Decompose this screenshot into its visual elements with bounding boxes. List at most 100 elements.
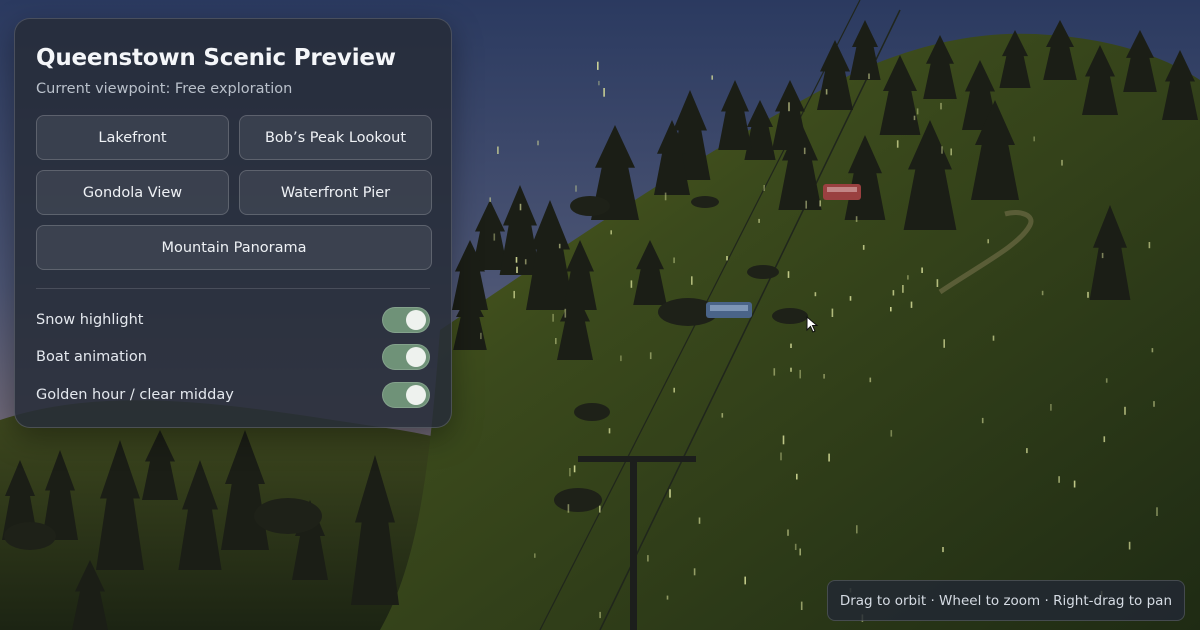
- snow-particle: [666, 595, 669, 600]
- deciduous-tree: [747, 265, 779, 279]
- snow-particle: [902, 285, 904, 293]
- snow-particle: [943, 339, 945, 348]
- snow-particle: [1073, 480, 1076, 488]
- snow-particle: [868, 73, 870, 80]
- golden-hour-label: Golden hour / clear midday: [36, 386, 234, 403]
- snow-particle: [942, 547, 944, 553]
- deciduous-tree: [254, 498, 322, 534]
- snow-particle: [869, 377, 872, 383]
- snow-particle: [790, 367, 792, 372]
- boat-animation-label: Boat animation: [36, 349, 147, 366]
- snow-particle: [673, 257, 675, 264]
- panel-divider: [36, 288, 430, 289]
- snow-particle: [782, 435, 785, 445]
- snow-particle: [796, 473, 798, 480]
- deciduous-tree: [554, 488, 602, 512]
- snow-particle: [910, 301, 913, 308]
- snow-particle: [856, 525, 858, 534]
- lakefront-button[interactable]: Lakefront: [36, 115, 229, 160]
- snow-particle: [862, 245, 865, 250]
- mountain-panorama-button[interactable]: Mountain Panorama: [36, 225, 432, 270]
- deciduous-tree: [772, 308, 808, 324]
- snow-particle: [516, 266, 518, 273]
- snow-highlight-toggle[interactable]: [382, 306, 430, 333]
- snow-particle: [620, 355, 622, 362]
- golden-hour-row: Golden hour / clear midday: [36, 376, 430, 414]
- snow-particle: [497, 146, 499, 154]
- snow-particle: [630, 280, 633, 288]
- snow-particle: [913, 115, 916, 121]
- snow-particle: [573, 465, 576, 473]
- snow-particle: [673, 387, 675, 393]
- snow-particle: [800, 601, 803, 610]
- snow-particle: [1061, 159, 1063, 166]
- snow-particle: [1041, 290, 1044, 296]
- snow-particle: [763, 185, 765, 191]
- snow-particle: [1033, 136, 1035, 142]
- snow-particle: [537, 140, 539, 146]
- deciduous-tree: [691, 196, 719, 208]
- snow-particle: [803, 147, 806, 155]
- snow-particle: [921, 267, 923, 273]
- gondola-cabin-red: [823, 184, 861, 200]
- golden-hour-toggle[interactable]: [382, 381, 430, 408]
- snow-particle: [711, 75, 713, 80]
- snow-particle: [598, 80, 600, 86]
- snow-particle: [744, 576, 746, 585]
- snow-particle: [940, 102, 942, 110]
- snow-particle: [892, 290, 895, 296]
- snow-particle: [726, 256, 728, 261]
- snow-particle: [575, 185, 577, 192]
- snow-particle: [855, 216, 858, 222]
- boat-animation-toggle[interactable]: [382, 344, 430, 371]
- snow-particle: [515, 257, 518, 263]
- snow-particle: [1128, 541, 1131, 550]
- snow-particle: [1087, 291, 1089, 298]
- gondola-view-button[interactable]: Gondola View: [36, 170, 229, 215]
- snow-particle: [664, 192, 667, 201]
- snow-particle: [567, 504, 570, 513]
- current-viewpoint-label: Current viewpoint: Free exploration: [36, 81, 293, 97]
- snow-particle: [647, 555, 649, 562]
- snow-particle: [787, 271, 790, 278]
- snow-particle: [799, 369, 801, 379]
- snow-particle: [916, 108, 919, 115]
- snow-particle: [558, 243, 561, 249]
- bobs-peak-lookout-button[interactable]: Bob’s Peak Lookout: [239, 115, 432, 160]
- snow-particle: [698, 517, 701, 524]
- snow-particle: [1058, 476, 1060, 483]
- snow-particle: [524, 259, 527, 265]
- snow-particle: [758, 218, 760, 223]
- viewpoint-buttons: Lakefront Bob’s Peak Lookout Gondola Vie…: [36, 115, 432, 270]
- snow-particle: [819, 200, 821, 207]
- deciduous-tree: [574, 403, 610, 421]
- snow-particle: [896, 140, 899, 148]
- snow-particle: [936, 279, 939, 287]
- snow-particle: [787, 529, 789, 536]
- snow-particle: [513, 290, 515, 299]
- snow-particle: [849, 296, 852, 301]
- snow-particle: [693, 568, 696, 576]
- panel-title: Queenstown Scenic Preview: [36, 45, 396, 71]
- snow-particle: [480, 332, 482, 340]
- snow-particle: [555, 338, 557, 345]
- snow-particle: [721, 413, 724, 418]
- deciduous-tree: [4, 522, 56, 550]
- snow-particle: [1103, 436, 1106, 443]
- snow-particle: [1151, 348, 1154, 353]
- scenic-preview-panel: Queenstown Scenic Preview Current viewpo…: [14, 18, 452, 428]
- snow-particle: [890, 430, 893, 437]
- snow-particle: [599, 505, 601, 513]
- snow-particle: [790, 343, 792, 348]
- snow-particle: [1050, 404, 1052, 411]
- snow-particle: [794, 543, 797, 550]
- snow-particle: [552, 313, 554, 322]
- snow-particle: [987, 239, 989, 244]
- waterfront-pier-button[interactable]: Waterfront Pier: [239, 170, 432, 215]
- snow-particle: [950, 148, 952, 156]
- snow-particle: [981, 417, 984, 424]
- snow-particle: [534, 553, 536, 558]
- snow-particle: [489, 197, 491, 202]
- snow-particle: [941, 146, 943, 154]
- snow-particle: [649, 352, 652, 360]
